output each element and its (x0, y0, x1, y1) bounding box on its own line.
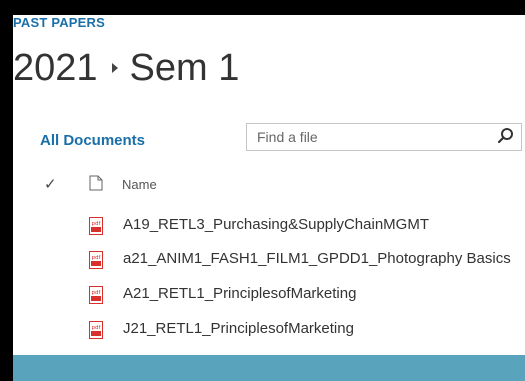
top-border (13, 0, 525, 15)
list-header-row: ✓ Name (13, 175, 525, 199)
view-all-documents[interactable]: All Documents (40, 132, 145, 149)
pdf-icon: pdf (89, 321, 103, 339)
svg-text:pdf: pdf (92, 325, 102, 331)
title-folder: Sem 1 (129, 47, 240, 89)
pdf-icon: pdf (89, 286, 103, 304)
title-year-link[interactable]: 2021 (13, 47, 98, 89)
screenshot-frame: PAST PAPERS 2021 Sem 1 All Documents Find… (0, 0, 525, 381)
list-item[interactable]: pdf a21_ANIM1_FASH1_FILM1_GPDD1_Photogra… (13, 246, 525, 276)
search-input[interactable]: Find a file (257, 129, 318, 145)
left-border (0, 0, 13, 381)
file-type-icon[interactable] (89, 175, 103, 191)
svg-text:pdf: pdf (92, 221, 102, 227)
select-all-checkmark-icon[interactable]: ✓ (44, 175, 57, 193)
list-item[interactable]: pdf J21_RETL1_PrinciplesofMarketing (13, 316, 525, 346)
pdf-icon: pdf (89, 251, 103, 269)
search-box[interactable]: Find a file (246, 123, 522, 151)
page-title: 2021 Sem 1 (13, 47, 239, 90)
list-item[interactable]: pdf A19_RETL3_Purchasing&SupplyChainMGMT (13, 212, 525, 242)
file-name-link[interactable]: J21_RETL1_PrinciplesofMarketing (123, 320, 354, 337)
file-name-link[interactable]: a21_ANIM1_FASH1_FILM1_GPDD1_Photography … (123, 250, 511, 267)
list-item[interactable]: pdf A21_RETL1_PrinciplesofMarketing (13, 281, 525, 311)
svg-text:pdf: pdf (92, 290, 102, 296)
site-breadcrumb[interactable]: PAST PAPERS (13, 15, 105, 30)
pdf-icon: pdf (89, 217, 103, 235)
document-library-panel: PAST PAPERS 2021 Sem 1 All Documents Find… (13, 15, 525, 355)
breadcrumb-arrow-icon (111, 62, 118, 73)
search-icon[interactable] (497, 127, 515, 145)
column-header-name[interactable]: Name (122, 177, 157, 192)
svg-text:pdf: pdf (92, 255, 102, 261)
file-name-link[interactable]: A19_RETL3_Purchasing&SupplyChainMGMT (123, 216, 429, 233)
file-name-link[interactable]: A21_RETL1_PrinciplesofMarketing (123, 285, 356, 302)
